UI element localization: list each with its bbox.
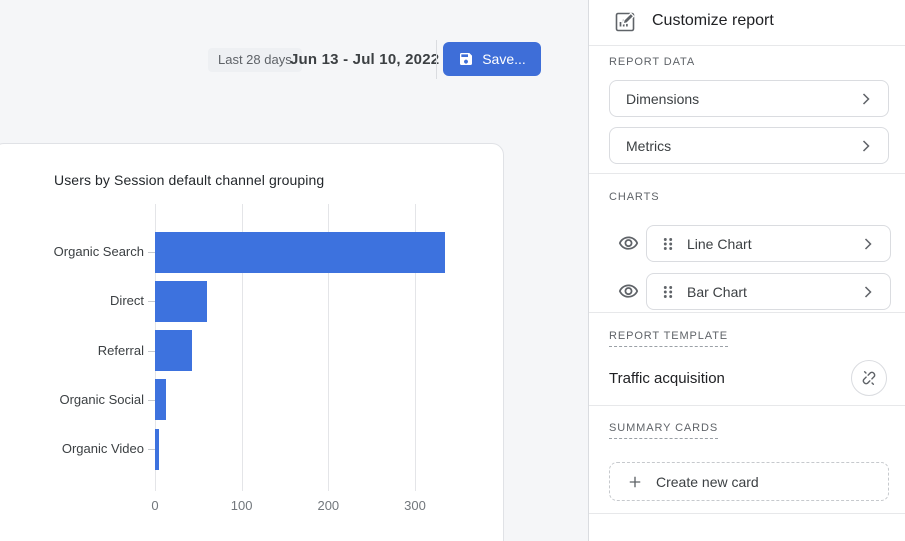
- bar-chart-visibility-toggle[interactable]: [616, 279, 640, 303]
- bar-referral: [155, 330, 192, 371]
- drag-handle-icon[interactable]: [659, 283, 677, 301]
- metrics-card[interactable]: Metrics: [609, 127, 889, 164]
- x-axis-tick-label: 100: [212, 498, 272, 513]
- section-label-charts: CHARTS: [609, 191, 659, 203]
- create-new-card-button[interactable]: Create new card: [609, 462, 889, 501]
- category-axis-tick: [148, 449, 155, 450]
- customize-report-panel: Customize report REPORT DATA Dimensions …: [588, 0, 905, 541]
- category-label: Direct: [24, 292, 144, 310]
- metrics-label: Metrics: [626, 138, 856, 154]
- category-axis-tick: [148, 351, 155, 352]
- save-button-label: Save...: [482, 51, 526, 67]
- line-chart-card[interactable]: Line Chart: [646, 225, 891, 262]
- dimensions-label: Dimensions: [626, 91, 856, 107]
- chevron-right-icon: [858, 282, 878, 302]
- drag-handle-icon[interactable]: [659, 235, 677, 253]
- app-window: Last 28 days Jun 13 - Jul 10, 2022 Save.…: [0, 0, 905, 541]
- x-axis-tick-label: 300: [385, 498, 445, 513]
- date-range-value[interactable]: Jun 13 - Jul 10, 2022: [290, 51, 439, 68]
- chevron-right-icon: [858, 234, 878, 254]
- date-range-preset-badge[interactable]: Last 28 days: [208, 48, 302, 72]
- divider: [589, 45, 905, 46]
- save-icon: [458, 51, 474, 67]
- category-axis-tick: [148, 400, 155, 401]
- category-label: Organic Video: [24, 440, 144, 458]
- edit-chart-icon: [613, 10, 637, 39]
- x-axis-tick-label: 200: [298, 498, 358, 513]
- divider: [589, 312, 905, 313]
- line-chart-label: Line Chart: [687, 236, 848, 252]
- divider: [589, 513, 905, 514]
- report-template-name: Traffic acquisition: [609, 370, 725, 387]
- category-axis-tick: [148, 301, 155, 302]
- save-button[interactable]: Save...: [443, 42, 541, 76]
- category-label: Organic Search: [24, 243, 144, 261]
- section-label-report-template: REPORT TEMPLATE: [609, 330, 728, 347]
- chevron-right-icon: [856, 136, 876, 156]
- panel-header: Customize report: [589, 0, 905, 45]
- bar-chart-row-card[interactable]: Bar Chart: [646, 273, 891, 310]
- create-new-card-label: Create new card: [656, 474, 759, 490]
- chart-title: Users by Session default channel groupin…: [54, 172, 324, 188]
- bar-organic-social: [155, 379, 166, 420]
- category-label: Organic Social: [24, 391, 144, 409]
- category-axis-tick: [148, 252, 155, 253]
- report-canvas: Last 28 days Jun 13 - Jul 10, 2022 Save.…: [0, 0, 588, 541]
- divider: [589, 173, 905, 174]
- bar-organic-video: [155, 429, 159, 470]
- chevron-right-icon: [856, 89, 876, 109]
- x-axis-tick-label: 0: [125, 498, 185, 513]
- category-label: Referral: [24, 342, 144, 360]
- topbar-divider: [436, 40, 437, 79]
- bar-organic-search: [155, 232, 445, 273]
- plus-icon: [626, 473, 644, 491]
- bar-chart-label: Bar Chart: [687, 284, 848, 300]
- panel-title: Customize report: [652, 12, 774, 30]
- line-chart-visibility-toggle[interactable]: [616, 231, 640, 255]
- bar-direct: [155, 281, 207, 322]
- bar-plot: 0100200300Organic SearchDirectReferralOr…: [155, 204, 475, 491]
- dimensions-card[interactable]: Dimensions: [609, 80, 889, 117]
- section-label-summary-cards: SUMMARY CARDS: [609, 422, 718, 439]
- bar-chart-card: Users by Session default channel groupin…: [0, 143, 504, 541]
- section-label-report-data: REPORT DATA: [609, 56, 695, 68]
- divider: [589, 405, 905, 406]
- unlink-template-button[interactable]: [851, 360, 887, 396]
